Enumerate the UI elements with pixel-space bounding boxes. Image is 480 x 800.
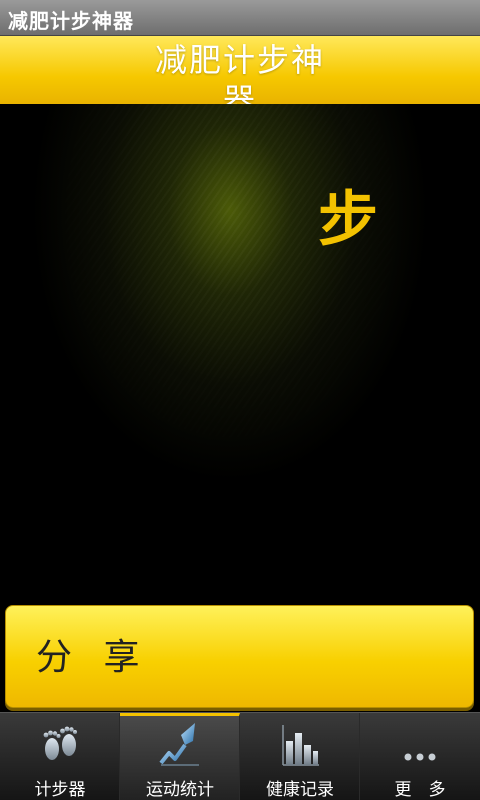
page-title: 减肥计步神器 <box>154 41 325 104</box>
tab-health-records-label: 健康记录 <box>266 780 334 800</box>
tab-exercise-stats-label: 运动统计 <box>146 780 214 800</box>
tab-health-records[interactable]: 健康记录 <box>240 713 360 800</box>
arrow-chart-icon <box>159 723 199 766</box>
app-title-bar: 减肥计步神器 <box>0 0 480 36</box>
step-counter-panel: 步 分 享 <box>0 104 480 712</box>
page-header: 减肥计步神器 <box>0 36 480 104</box>
share-button-label: 分 享 <box>36 637 150 678</box>
tab-pedometer[interactable]: 计步器 <box>0 713 120 800</box>
steps-unit-label: 步 <box>318 185 378 255</box>
more-dots-icon <box>404 753 436 761</box>
footprints-icon <box>43 726 77 760</box>
app-title: 减肥计步神器 <box>8 9 134 33</box>
bar-chart-icon <box>282 725 319 766</box>
glow-background <box>30 104 430 484</box>
tab-exercise-stats[interactable]: 运动统计 <box>120 713 240 800</box>
tab-pedometer-label: 计步器 <box>34 780 86 800</box>
bottom-tab-bar: 计步器 运动统计 健康记录 更 多 <box>0 712 480 800</box>
tab-more[interactable]: 更 多 <box>360 713 480 800</box>
tab-more-label: 更 多 <box>394 780 446 800</box>
share-button[interactable]: 分 享 <box>5 605 474 708</box>
